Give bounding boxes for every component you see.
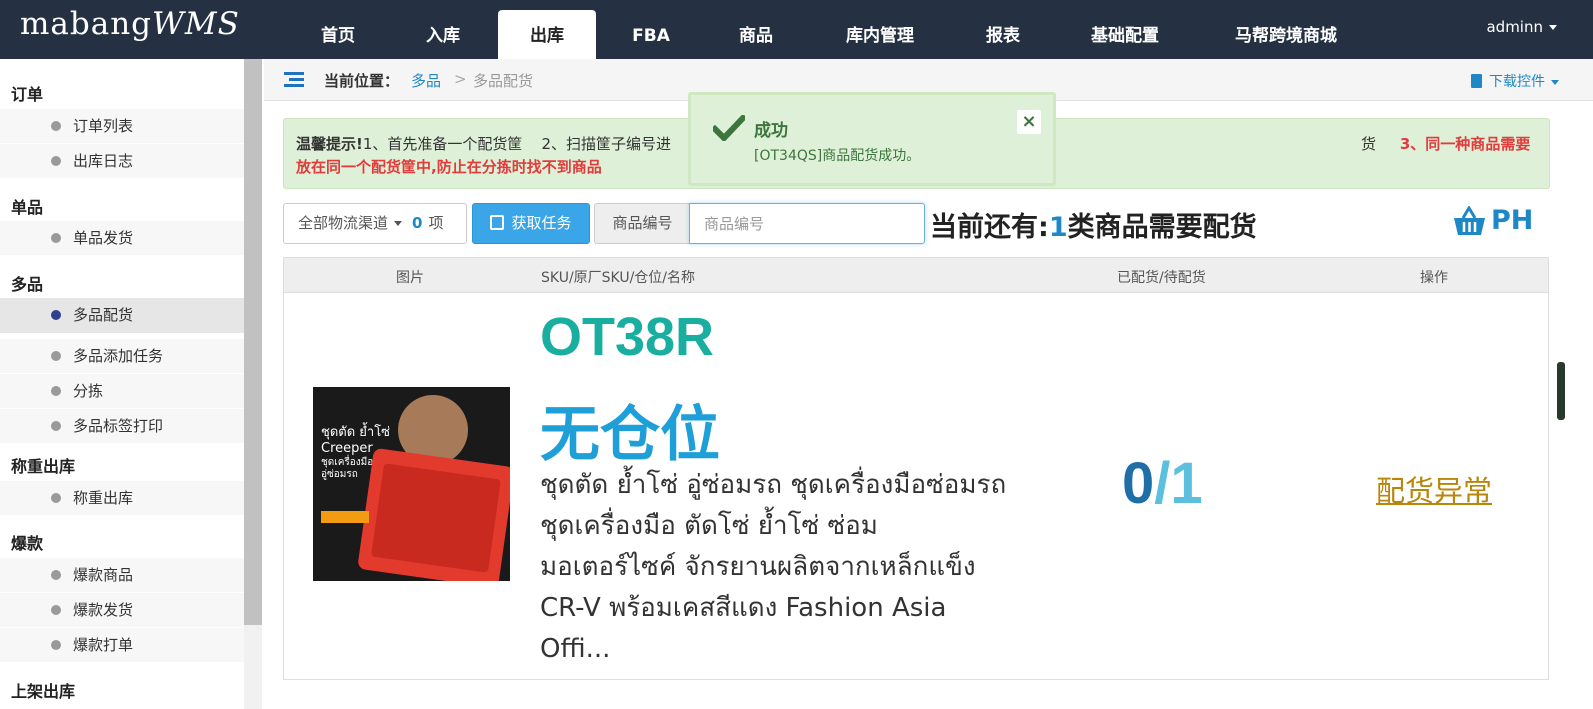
sidebar-item-hot-print[interactable]: 爆款打单	[0, 628, 244, 662]
top-navbar: mabangWMS 首页 入库 出库 FBA 商品 库内管理 报表 基础配置 马…	[0, 0, 1593, 59]
breadcrumb-label: 当前位置：	[324, 72, 400, 90]
success-toast: 成功 [OT34QS]商品配货成功。 ×	[688, 92, 1056, 186]
product-image: ชุดตัด ย้ำโซ่ Creeper ชุดเครื่องมือ อู่ซ…	[313, 387, 510, 581]
sidebar-item-multi-picking[interactable]: 多品配货	[0, 298, 244, 333]
breadcrumb-current: 多品配货	[473, 72, 534, 90]
picked-counter: 0/1	[1122, 451, 1203, 516]
channel-count: 0	[412, 214, 423, 232]
sidebar-group-multi: 多品	[11, 275, 44, 294]
sidebar-item-sorting[interactable]: 分拣	[0, 374, 244, 408]
col-image: 图片	[396, 270, 424, 286]
bullet-icon	[51, 493, 61, 503]
nav-mall[interactable]: 马帮跨境商城	[1220, 10, 1352, 59]
check-icon	[713, 115, 745, 141]
sidebar-group-shelf: 上架出库	[11, 682, 76, 701]
breadcrumb-multi[interactable]: 多品	[411, 70, 441, 91]
breadcrumb-separator: >	[454, 70, 467, 88]
bullet-icon	[51, 386, 61, 396]
nav-home[interactable]: 首页	[300, 10, 376, 59]
download-plugin-button[interactable]: 下载控件	[1471, 71, 1559, 91]
remaining-count-text: 当前还有:1类商品需要配货	[930, 212, 1257, 243]
sidebar-item-outbound-log[interactable]: 出库日志	[0, 144, 244, 178]
toast-title: 成功	[754, 121, 788, 141]
sidebar-scrollbar-thumb[interactable]	[244, 59, 262, 625]
bullet-icon	[51, 421, 61, 431]
close-icon[interactable]: ×	[1017, 110, 1041, 134]
sidebar-group-hot: 爆款	[11, 534, 44, 553]
nav-config[interactable]: 基础配置	[1075, 10, 1175, 59]
bullet-icon	[51, 233, 61, 243]
bullet-icon	[51, 121, 61, 131]
sidebar-item-weigh-outbound[interactable]: 称重出库	[0, 481, 244, 515]
download-icon	[1471, 74, 1482, 88]
basket-icon	[1454, 206, 1485, 235]
app-logo[interactable]: mabangWMS	[20, 6, 240, 42]
product-name: ชุดตัด ย้ำโซ่ อู่ซ่อมรถ ชุดเครื่องมือซ่อ…	[540, 470, 1007, 664]
menu-toggle-icon[interactable]	[284, 72, 304, 88]
product-location: 无仓位	[540, 400, 720, 470]
col-progress: 已配货/待配货	[1117, 270, 1206, 286]
product-sku: OT38R	[540, 307, 715, 367]
bullet-icon	[51, 570, 61, 580]
sidebar-group-weigh: 称重出库	[11, 457, 76, 476]
toast-message: [OT34QS]商品配货成功。	[754, 148, 921, 164]
sku-input[interactable]	[689, 203, 925, 244]
nav-outbound[interactable]: 出库	[498, 10, 596, 59]
nav-fba[interactable]: FBA	[615, 10, 687, 59]
sidebar: 订单 订单列表 出库日志 单品 单品发货 多品 多品配货 多品添加任务 分拣 多…	[0, 59, 244, 709]
sku-input-label: 商品编号	[594, 203, 690, 244]
nav-inbound[interactable]: 入库	[405, 10, 481, 59]
sidebar-item-hot-ship[interactable]: 爆款发货	[0, 593, 244, 627]
sidebar-item-single-ship[interactable]: 单品发货	[0, 221, 244, 255]
sidebar-item-order-list[interactable]: 订单列表	[0, 109, 244, 143]
sidebar-item-hot-products[interactable]: 爆款商品	[0, 558, 244, 592]
chevron-down-icon	[1549, 25, 1557, 30]
sidebar-group-single: 单品	[11, 198, 44, 217]
chevron-down-icon	[394, 221, 403, 226]
nav-warehouse[interactable]: 库内管理	[830, 10, 930, 59]
bullet-icon	[51, 351, 61, 361]
chevron-down-icon	[1551, 79, 1559, 85]
bullet-icon	[51, 605, 61, 615]
col-action: 操作	[1420, 270, 1448, 286]
nav-reports[interactable]: 报表	[968, 10, 1038, 59]
bullet-icon	[51, 156, 61, 166]
sidebar-item-multi-add-task[interactable]: 多品添加任务	[0, 339, 244, 373]
table-header: 图片 SKU/原厂SKU/仓位/名称 已配货/待配货 操作	[284, 258, 1548, 293]
user-menu[interactable]: adminn	[1486, 18, 1557, 36]
bullet-icon	[51, 310, 61, 320]
logistics-channel-select[interactable]: 全部物流渠道 0 项	[283, 203, 467, 244]
basket-label: PH	[1491, 205, 1534, 236]
sidebar-group-orders: 订单	[11, 85, 44, 104]
download-icon	[490, 215, 505, 230]
nav-products[interactable]: 商品	[720, 10, 792, 59]
get-task-button[interactable]: 获取任务	[472, 203, 590, 244]
sidebar-item-multi-label-print[interactable]: 多品标签打印	[0, 409, 244, 443]
side-widget[interactable]	[1557, 362, 1565, 420]
bullet-icon	[51, 640, 61, 650]
picking-exception-link[interactable]: 配货异常	[1376, 468, 1492, 510]
picking-table: 图片 SKU/原厂SKU/仓位/名称 已配货/待配货 操作 ชุดตัด ย้ำ…	[283, 257, 1549, 680]
col-sku: SKU/原厂SKU/仓位/名称	[541, 270, 696, 286]
